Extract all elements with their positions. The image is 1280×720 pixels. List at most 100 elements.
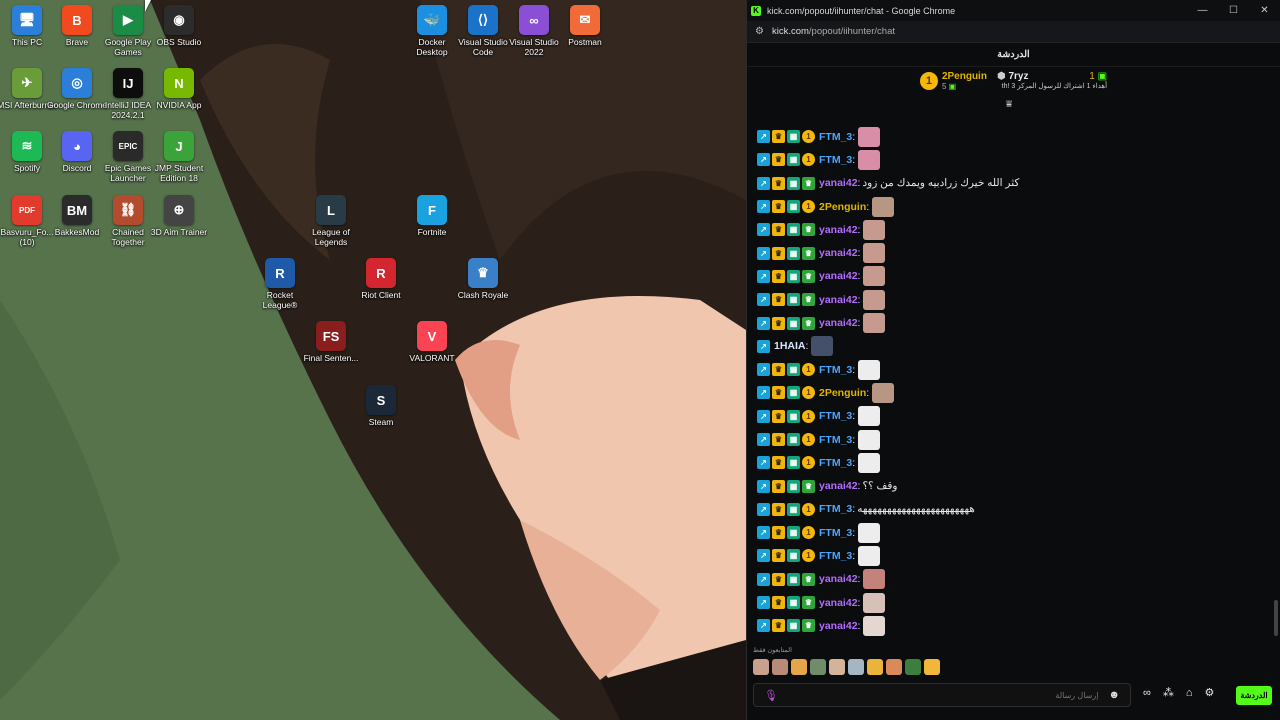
maximize-button[interactable]: ☐ bbox=[1218, 5, 1249, 16]
desktop-icon-visual-studio-2022[interactable]: ∞ Visual Studio 2022 bbox=[507, 5, 561, 57]
title-bar[interactable]: K kick.com/popout/iihunter/chat - Google… bbox=[747, 0, 1280, 21]
desktop-icon-visual-studio-code[interactable]: ⟨⟩ Visual Studio Code bbox=[456, 5, 510, 57]
settings-gear-icon[interactable]: ⚙ bbox=[1205, 686, 1215, 699]
desktop-icon-obs-studio[interactable]: ◉ OBS Studio bbox=[152, 5, 206, 47]
chat-scrollbar[interactable] bbox=[1274, 600, 1278, 636]
chat-username[interactable]: 2Penguin bbox=[819, 387, 866, 399]
desktop-icon-basvuru-fo-10[interactable]: PDF Basvuru_Fo... (10) bbox=[0, 195, 54, 247]
chat-message[interactable]: ↗ ♛ ▦ 1 FTM_3: bbox=[747, 358, 1280, 381]
chat-username[interactable]: FTM_3 bbox=[819, 434, 852, 446]
quick-emote[interactable] bbox=[753, 659, 769, 675]
chat-message[interactable]: ↗ ♛ ▦ ♛ yanai42: bbox=[747, 568, 1280, 591]
emoji-picker-icon[interactable]: ☻ bbox=[1108, 689, 1120, 701]
chat-message[interactable]: ↗ ♛ ▦ ♛ yanai42: كثر الله خيرك زرادبيه ويمدك … bbox=[747, 172, 1280, 195]
chat-message[interactable]: ↗ ♛ ▦ 1 FTM_3: bbox=[747, 148, 1280, 171]
chat-message[interactable]: ↗ ♛ ▦ 1 FTM_3: bbox=[747, 521, 1280, 544]
chat-message[interactable]: ↗ ♛ ▦ 1 FTM_3: bbox=[747, 405, 1280, 428]
chat-username[interactable]: FTM_3 bbox=[819, 503, 852, 515]
quick-emote[interactable] bbox=[829, 659, 845, 675]
infinity-icon[interactable]: ∞ bbox=[1143, 687, 1151, 699]
chat-message[interactable]: ↗ ♛ ▦ ♛ yanai42: bbox=[747, 288, 1280, 311]
chat-username[interactable]: FTM_3 bbox=[819, 131, 852, 143]
chat-username[interactable]: yanai42 bbox=[819, 317, 858, 329]
desktop-icon-google-chrome[interactable]: ◎ Google Chrome bbox=[47, 68, 107, 110]
quick-emote[interactable] bbox=[772, 659, 788, 675]
chat-message[interactable]: ↗ ♛ ▦ 1 FTM_3: هههههههههههههههههههههههه bbox=[747, 498, 1280, 521]
pinned-gift-banner[interactable]: 1 2Penguin 5 ▣ ⬢ 7ryz 1 ▣ أهداء 1 اشتراك… bbox=[747, 67, 1280, 111]
desktop-icon-postman[interactable]: ✉ Postman bbox=[558, 5, 612, 47]
chat-message[interactable]: ↗ ♛ ▦ ♛ yanai42: bbox=[747, 218, 1280, 241]
chat-message[interactable]: ↗ 1HAIA: bbox=[747, 335, 1280, 358]
desktop-icon-nvidia-app[interactable]: N NVIDIA App bbox=[152, 68, 206, 110]
quick-emote[interactable] bbox=[791, 659, 807, 675]
desktop-icon-bakkesmod[interactable]: BM BakkesMod bbox=[50, 195, 104, 237]
quick-emote[interactable] bbox=[905, 659, 921, 675]
desktop-icon-epic-games-launcher[interactable]: EPIC Epic Games Launcher bbox=[101, 131, 155, 183]
chat-message[interactable]: ↗ ♛ ▦ ♛ yanai42: bbox=[747, 591, 1280, 614]
send-chat-button[interactable]: الدردشة bbox=[1236, 686, 1272, 705]
desktop-icon-intellij-idea-2024-2-1[interactable]: IJ IntelliJ IDEA 2024.2.1 bbox=[101, 68, 155, 120]
chat-username[interactable]: yanai42 bbox=[819, 294, 858, 306]
chat-username[interactable]: yanai42 bbox=[819, 177, 858, 189]
chat-username[interactable]: 1HAIA bbox=[774, 340, 806, 352]
desktop-icon-brave[interactable]: B Brave bbox=[50, 5, 104, 47]
desktop-icon-jmp-student-edition-18[interactable]: J JMP Student Edition 18 bbox=[152, 131, 206, 183]
close-button[interactable]: ✕ bbox=[1249, 5, 1280, 16]
chat-username[interactable]: 2Penguin bbox=[819, 201, 866, 213]
address-bar[interactable]: ⚙ kick.com /popout/iihunter/chat bbox=[747, 21, 1280, 43]
microphone-icon[interactable]: 🎙 bbox=[764, 689, 778, 702]
desktop-icon-rocket-league[interactable]: R Rocket League® bbox=[253, 258, 307, 310]
desktop-icon-docker-desktop[interactable]: 🐳 Docker Desktop bbox=[405, 5, 459, 57]
chat-message[interactable]: ↗ ♛ ▦ 1 2Penguin: bbox=[747, 195, 1280, 218]
desktop-icon-chained-together[interactable]: ⛓ Chained Together bbox=[101, 195, 155, 247]
desktop-icon-this-pc[interactable]: 🖥 This PC bbox=[0, 5, 54, 47]
quick-emote[interactable] bbox=[848, 659, 864, 675]
chat-username[interactable]: yanai42 bbox=[819, 573, 858, 585]
quick-emote[interactable] bbox=[810, 659, 826, 675]
collapse-chevron-icon[interactable]: ⩸ bbox=[1006, 99, 1012, 110]
desktop-icon-discord[interactable]: ◕ Discord bbox=[50, 131, 104, 173]
chat-message[interactable]: ↗ ♛ ▦ ♛ yanai42: وقف ؟؟ bbox=[747, 474, 1280, 497]
desktop-icon-clash-royale[interactable]: ♛ Clash Royale bbox=[456, 258, 510, 300]
chat-username[interactable]: yanai42 bbox=[819, 620, 858, 632]
users-icon[interactable]: ⁂ bbox=[1163, 686, 1174, 699]
chat-message[interactable]: ↗ ♛ ▦ ♛ yanai42: bbox=[747, 265, 1280, 288]
store-icon[interactable]: ⌂ bbox=[1186, 687, 1193, 699]
chat-message[interactable]: ↗ ♛ ▦ ♛ yanai42: bbox=[747, 614, 1280, 637]
desktop-icon-final-senten[interactable]: FS Final Senten... bbox=[304, 321, 358, 363]
desktop-icon-google-play-games[interactable]: ▶ Google Play Games bbox=[101, 5, 155, 57]
desktop-icon-3d-aim-trainer[interactable]: ⊕ 3D Aim Trainer bbox=[151, 195, 207, 237]
quick-emote[interactable] bbox=[924, 659, 940, 675]
chat-username[interactable]: yanai42 bbox=[819, 480, 858, 492]
quick-emote[interactable] bbox=[886, 659, 902, 675]
desktop-icon-spotify[interactable]: ≋ Spotify bbox=[0, 131, 54, 173]
chat-input-box[interactable]: 🎙 ☻ bbox=[753, 683, 1131, 707]
chat-username[interactable]: FTM_3 bbox=[819, 154, 852, 166]
desktop-icon-msi-afterburner[interactable]: ✈ MSI Afterburner bbox=[0, 68, 57, 110]
desktop-icon-fortnite[interactable]: F Fortnite bbox=[405, 195, 459, 237]
chat-message[interactable]: ↗ ♛ ▦ 1 FTM_3: bbox=[747, 451, 1280, 474]
chat-username[interactable]: yanai42 bbox=[819, 270, 858, 282]
chat-message[interactable]: ↗ ♛ ▦ 1 FTM_3: bbox=[747, 428, 1280, 451]
chat-message[interactable]: ↗ ♛ ▦ 1 2Penguin: bbox=[747, 381, 1280, 404]
chat-username[interactable]: FTM_3 bbox=[819, 550, 852, 562]
chat-username[interactable]: yanai42 bbox=[819, 224, 858, 236]
desktop-icon-valorant[interactable]: V VALORANT bbox=[405, 321, 459, 363]
desktop-icon-league-of-legends[interactable]: L League of Legends bbox=[304, 195, 358, 247]
desktop-icon-steam[interactable]: S Steam bbox=[354, 385, 408, 427]
chat-message[interactable]: ↗ ♛ ▦ 1 FTM_3: bbox=[747, 544, 1280, 567]
chat-input[interactable] bbox=[978, 690, 1099, 700]
chat-username[interactable]: yanai42 bbox=[819, 597, 858, 609]
chat-username[interactable]: FTM_3 bbox=[819, 410, 852, 422]
chat-username[interactable]: yanai42 bbox=[819, 247, 858, 259]
chat-username[interactable]: FTM_3 bbox=[819, 457, 852, 469]
chat-message[interactable]: ↗ ♛ ▦ ♛ yanai42: bbox=[747, 241, 1280, 264]
minimize-button[interactable]: — bbox=[1187, 5, 1218, 16]
chat-message[interactable]: ↗ ♛ ▦ ♛ yanai42: bbox=[747, 311, 1280, 334]
chat-message[interactable]: ↗ ♛ ▦ 1 FTM_3: bbox=[747, 125, 1280, 148]
chat-username[interactable]: FTM_3 bbox=[819, 364, 852, 376]
quick-emote[interactable] bbox=[867, 659, 883, 675]
desktop-icon-riot-client[interactable]: R Riot Client bbox=[354, 258, 408, 300]
chat-username[interactable]: FTM_3 bbox=[819, 527, 852, 539]
site-settings-icon[interactable]: ⚙ bbox=[755, 26, 764, 37]
